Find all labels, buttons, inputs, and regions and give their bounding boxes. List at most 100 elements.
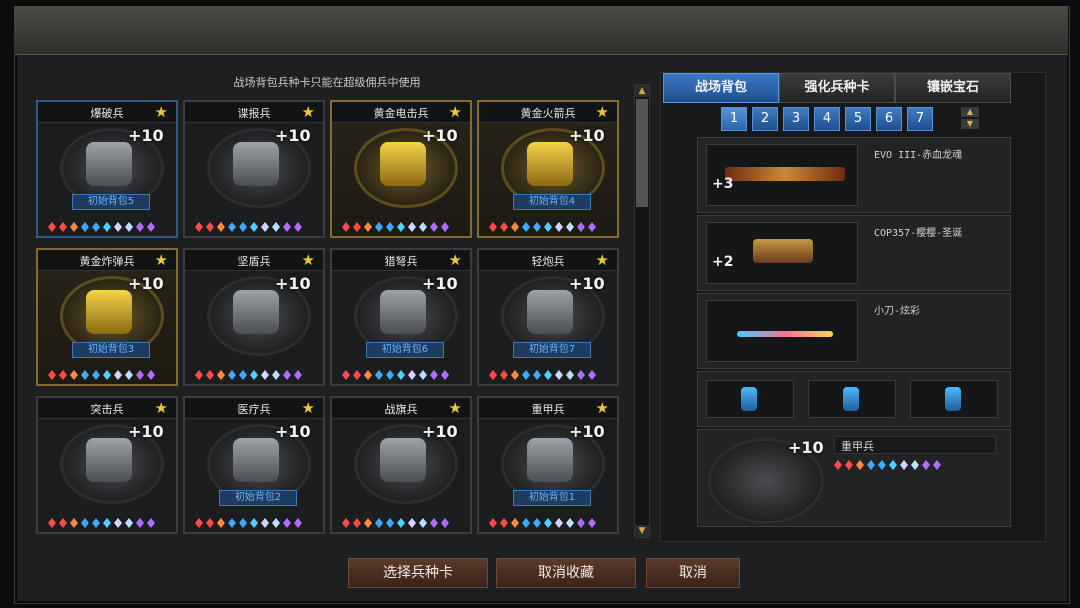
page-down-arrow-icon[interactable]: ▼ — [961, 119, 979, 129]
notice-text: 战场背包兵种卡只能在超级佣兵中使用 — [233, 76, 421, 89]
card-gems — [48, 222, 168, 232]
tab-enhance-card[interactable]: 强化兵种卡 — [779, 73, 895, 103]
scroll-up-arrow-icon[interactable]: ▲ — [635, 85, 649, 97]
card-level: +10 — [128, 422, 164, 441]
unit-card[interactable]: 谍报兵 ★ +10 — [183, 100, 325, 238]
page-button[interactable]: 7 — [907, 107, 933, 131]
card-header: 猎弩兵 ★ — [332, 250, 470, 271]
unit-card[interactable]: 突击兵 ★ +10 — [36, 396, 178, 534]
card-header: 黄金炸弹兵 ★ — [38, 250, 176, 271]
page-button[interactable]: 6 — [876, 107, 902, 131]
page-button[interactable]: 5 — [845, 107, 871, 131]
gem-icon — [577, 370, 585, 380]
melee-weapon-slot[interactable]: 小刀-炫彩 — [697, 293, 1011, 369]
gem-icon — [48, 518, 56, 528]
card-header: 重甲兵 ★ — [479, 398, 617, 419]
item-slot[interactable] — [808, 380, 896, 418]
gem-icon — [70, 222, 78, 232]
gem-icon — [114, 518, 122, 528]
gem-icon — [441, 370, 449, 380]
selected-unit-slot[interactable]: +10 重甲兵 — [697, 429, 1011, 527]
gem-icon — [272, 222, 280, 232]
gem-icon — [195, 518, 203, 528]
unit-level: +10 — [788, 438, 824, 457]
card-level: +10 — [275, 422, 311, 441]
gem-icon — [419, 518, 427, 528]
gem-icon — [544, 370, 552, 380]
unit-card[interactable]: 黄金电击兵 ★ +10 — [330, 100, 472, 238]
unit-card[interactable]: 黄金火箭兵 ★ +10 初始背包4 — [477, 100, 619, 238]
gem-icon — [147, 222, 155, 232]
item-slot-row — [697, 371, 1011, 427]
page-button[interactable]: 1 — [721, 107, 747, 131]
secondary-weapon-slot[interactable]: +2 COP357-樱樱-圣诞 — [697, 215, 1011, 291]
unit-icon — [233, 438, 279, 482]
gem-icon — [261, 222, 269, 232]
gem-icon — [555, 222, 563, 232]
unit-card[interactable]: 重甲兵 ★ +10 初始背包1 — [477, 396, 619, 534]
grenade-icon — [843, 387, 859, 411]
gem-icon — [59, 370, 67, 380]
gem-icon — [419, 222, 427, 232]
card-header: 黄金电击兵 ★ — [332, 102, 470, 123]
gem-icon — [353, 222, 361, 232]
gem-icon — [239, 222, 247, 232]
gem-icon — [856, 460, 864, 470]
gem-icon — [408, 518, 416, 528]
unit-card[interactable]: 医疗兵 ★ +10 初始背包2 — [183, 396, 325, 534]
starter-bag-badge: 初始背包4 — [513, 194, 591, 210]
tab-battlefield-backpack[interactable]: 战场背包 — [663, 73, 779, 103]
page-up-arrow-icon[interactable]: ▲ — [961, 107, 979, 117]
weapon-name: 小刀-炫彩 — [874, 306, 921, 317]
gem-icon — [195, 370, 203, 380]
gem-icon — [430, 518, 438, 528]
scroll-down-arrow-icon[interactable]: ▼ — [635, 525, 649, 537]
card-level: +10 — [422, 274, 458, 293]
cancel-favorite-button[interactable]: 取消收藏 — [496, 558, 636, 588]
gem-icon — [933, 460, 941, 470]
gem-icon — [397, 370, 405, 380]
unit-card[interactable]: 战旗兵 ★ +10 — [330, 396, 472, 534]
scroll-thumb[interactable] — [636, 99, 648, 207]
card-list-scrollbar[interactable]: ▲ ▼ — [634, 84, 650, 538]
gem-icon — [342, 518, 350, 528]
gem-icon — [217, 518, 225, 528]
gem-icon — [577, 222, 585, 232]
card-gems — [195, 222, 315, 232]
primary-weapon-slot[interactable]: +3 EVO III-赤血龙魂 — [697, 137, 1011, 213]
gem-icon — [81, 222, 89, 232]
unit-icon — [233, 142, 279, 186]
card-level: +10 — [569, 422, 605, 441]
gem-icon — [283, 222, 291, 232]
gem-icon — [489, 518, 497, 528]
select-card-button[interactable]: 选择兵种卡 — [348, 558, 488, 588]
gem-icon — [81, 518, 89, 528]
unit-card[interactable]: 猎弩兵 ★ +10 初始背包6 — [330, 248, 472, 386]
gem-icon — [430, 370, 438, 380]
unit-card[interactable]: 爆破兵 ★ +10 初始背包5 — [36, 100, 178, 238]
gem-icon — [92, 222, 100, 232]
gem-icon — [900, 460, 908, 470]
page-button[interactable]: 4 — [814, 107, 840, 131]
page-button[interactable]: 3 — [783, 107, 809, 131]
gem-icon — [70, 518, 78, 528]
unit-card[interactable]: 坚盾兵 ★ +10 — [183, 248, 325, 386]
unit-icon — [86, 290, 132, 334]
card-gems — [489, 518, 609, 528]
gem-icon — [533, 222, 541, 232]
gem-icon — [114, 370, 122, 380]
card-level: +10 — [275, 126, 311, 145]
star-icon: ★ — [154, 251, 168, 269]
gem-icon — [489, 370, 497, 380]
gem-icon — [441, 518, 449, 528]
gem-icon — [386, 370, 394, 380]
page-button[interactable]: 2 — [752, 107, 778, 131]
item-slot[interactable] — [706, 380, 794, 418]
cancel-button[interactable]: 取消 — [646, 558, 740, 588]
unit-card[interactable]: 轻炮兵 ★ +10 初始背包7 — [477, 248, 619, 386]
gem-icon — [408, 222, 416, 232]
gem-icon — [544, 518, 552, 528]
tab-inlay-gem[interactable]: 镶嵌宝石 — [895, 73, 1011, 103]
item-slot[interactable] — [910, 380, 998, 418]
unit-card[interactable]: 黄金炸弹兵 ★ +10 初始背包3 — [36, 248, 178, 386]
